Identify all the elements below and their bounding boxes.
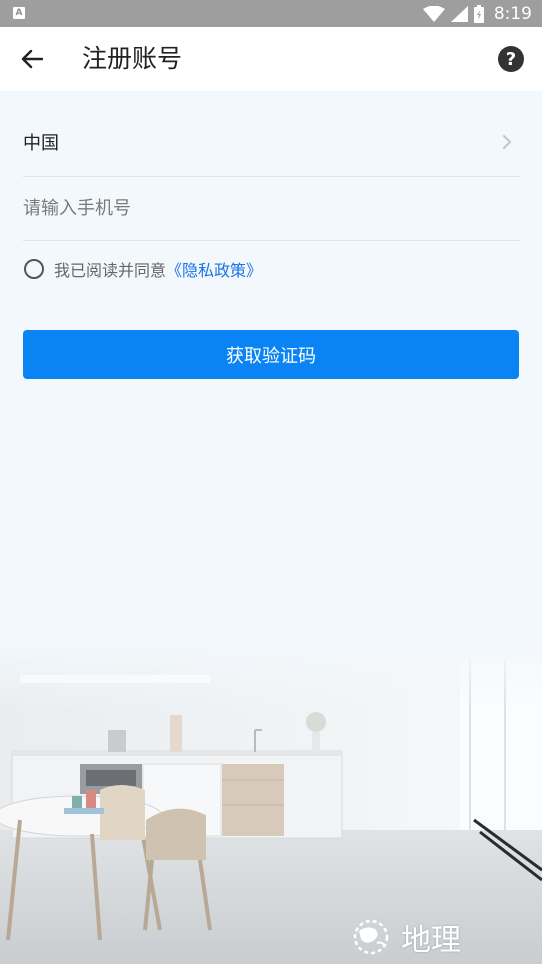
status-time: 8:19	[493, 3, 532, 24]
cell-signal-icon	[450, 5, 468, 22]
back-arrow-icon	[21, 49, 43, 69]
question-mark-icon: ?	[505, 48, 517, 70]
notification-indicator: A	[13, 7, 25, 19]
agree-text: 我已阅读并同意	[54, 261, 167, 280]
phone-field	[23, 176, 520, 241]
status-bar: A 8:19	[0, 0, 542, 27]
privacy-policy-link[interactable]: 《隐私政策》	[166, 257, 262, 281]
chevron-right-icon	[503, 135, 512, 149]
wifi-icon	[422, 5, 445, 22]
privacy-agreement: 我已阅读并同意 《隐私政策》	[24, 257, 262, 281]
back-button[interactable]	[16, 43, 48, 75]
status-icons: 8:19	[422, 0, 532, 27]
battery-icon	[473, 4, 484, 23]
country-selector[interactable]: 中国	[23, 112, 520, 177]
get-code-button[interactable]: 获取验证码	[23, 330, 519, 379]
help-button[interactable]: ?	[498, 46, 524, 72]
page-title: 注册账号	[82, 44, 183, 73]
watermark: 地理	[345, 915, 461, 959]
app-bar: 注册账号 ?	[0, 27, 542, 91]
globe-logo-icon	[353, 919, 389, 955]
watermark-text: 地理	[401, 923, 461, 958]
agree-radio[interactable]	[24, 259, 44, 279]
country-value: 中国	[23, 133, 59, 154]
phone-input[interactable]	[23, 176, 520, 240]
